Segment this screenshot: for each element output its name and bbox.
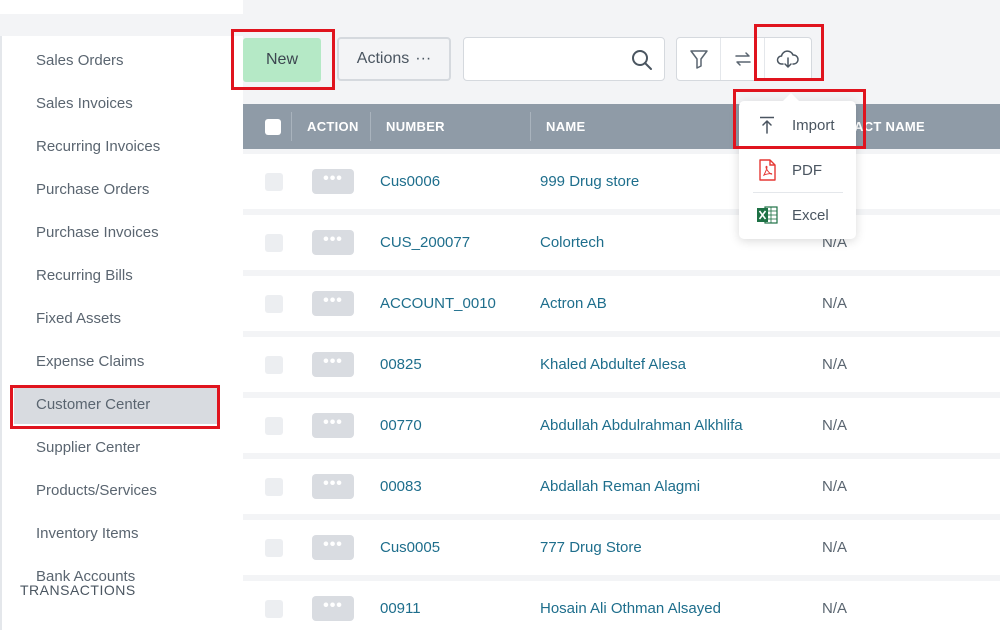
sidebar-item-recurring-bills[interactable]: Recurring Bills: [14, 257, 220, 295]
sidebar-item-customer-center[interactable]: Customer Center: [14, 386, 220, 424]
contact-name: N/A: [822, 478, 848, 495]
sidebar-section-heading: TRANSACTIONS: [20, 582, 136, 598]
import-label: Import: [792, 116, 835, 134]
filter-icon[interactable]: [677, 38, 721, 80]
menu-divider: [753, 146, 843, 147]
row-checkbox[interactable]: [265, 234, 283, 252]
row-checkbox[interactable]: [265, 173, 283, 191]
row-checkbox[interactable]: [265, 417, 283, 435]
column-divider: [370, 112, 371, 141]
export-dropdown-menu: Import PDF Excel: [739, 93, 856, 239]
table-header: ACTION NUMBER NAME ACT NAME: [243, 104, 1000, 149]
customer-name-link[interactable]: Actron AB: [540, 276, 607, 331]
table-row: ••• CUS_200077 Colortech N/A: [243, 215, 1000, 270]
row-action-button[interactable]: •••: [312, 352, 354, 377]
row-action-button[interactable]: •••: [312, 291, 354, 316]
sidebar-item-sales-invoices[interactable]: Sales Invoices: [14, 85, 220, 123]
table-row: ••• 00083 Abdallah Reman Alagmi N/A: [243, 459, 1000, 514]
column-header-number[interactable]: NUMBER: [386, 104, 445, 149]
sidebar-item-recurring-invoices[interactable]: Recurring Invoices: [14, 128, 220, 166]
actions-label: Actions: [356, 50, 410, 67]
search-icon[interactable]: [630, 48, 654, 72]
sidebar-item-fixed-assets[interactable]: Fixed Assets: [14, 300, 220, 338]
customer-number-link[interactable]: 00083: [380, 459, 422, 514]
contact-name: N/A: [822, 295, 848, 312]
import-menu-item[interactable]: Import: [739, 105, 856, 145]
table-row: ••• 00770 Abdullah Abdulrahman Alkhlifa …: [243, 398, 1000, 453]
excel-icon: [756, 204, 778, 226]
pdf-label: PDF: [792, 161, 822, 179]
sidebar-item-purchase-orders[interactable]: Purchase Orders: [14, 171, 220, 209]
customer-number-link[interactable]: Cus0005: [380, 520, 440, 575]
row-action-button[interactable]: •••: [312, 169, 354, 194]
contact-name: N/A: [822, 539, 848, 556]
customer-name-link[interactable]: Colortech: [540, 215, 604, 270]
table-row: ••• ACCOUNT_0010 Actron AB N/A: [243, 276, 1000, 331]
sidebar: Sales Orders Sales Invoices Recurring In…: [0, 36, 243, 630]
customer-name-link[interactable]: 777 Drug Store: [540, 520, 642, 575]
excel-label: Excel: [792, 206, 829, 224]
actions-button[interactable]: Actions ···: [337, 37, 451, 81]
row-action-button[interactable]: •••: [312, 596, 354, 621]
search-box: [463, 37, 665, 81]
row-action-button[interactable]: •••: [312, 230, 354, 255]
column-header-action: ACTION: [307, 119, 359, 134]
row-checkbox[interactable]: [265, 539, 283, 557]
search-input[interactable]: [474, 38, 624, 78]
table-row: ••• Cus0006 999 Drug store: [243, 154, 1000, 209]
more-dots-icon: ···: [415, 50, 432, 67]
table-row: ••• Cus0005 777 Drug Store N/A: [243, 520, 1000, 575]
excel-menu-item[interactable]: Excel: [739, 195, 856, 235]
sidebar-item-expense-claims[interactable]: Expense Claims: [14, 343, 220, 381]
row-checkbox[interactable]: [265, 295, 283, 313]
customer-number-link[interactable]: ACCOUNT_0010: [380, 276, 496, 331]
tool-button-group: [676, 37, 812, 81]
row-checkbox[interactable]: [265, 600, 283, 618]
customer-name-link[interactable]: Abdullah Abdulrahman Alkhlifa: [540, 398, 743, 453]
customer-number-link[interactable]: 00825: [380, 337, 422, 392]
customer-name-link[interactable]: Khaled Abdultef Alesa: [540, 337, 686, 392]
sidebar-item-supplier-center[interactable]: Supplier Center: [14, 429, 220, 467]
select-all-checkbox[interactable]: [265, 119, 281, 135]
pdf-icon: [756, 159, 778, 181]
column-header-name[interactable]: NAME: [546, 104, 585, 149]
table-row: ••• 00911 Hosain Ali Othman Alsayed N/A: [243, 581, 1000, 630]
customer-name-link[interactable]: Abdallah Reman Alagmi: [540, 459, 700, 514]
row-action-button[interactable]: •••: [312, 474, 354, 499]
customer-name-link[interactable]: 999 Drug store: [540, 154, 639, 209]
contact-name: N/A: [822, 417, 848, 434]
column-divider: [291, 112, 292, 141]
upload-icon: [756, 114, 778, 136]
row-action-button[interactable]: •••: [312, 535, 354, 560]
sidebar-item-purchase-invoices[interactable]: Purchase Invoices: [14, 214, 220, 252]
contact-name: N/A: [822, 356, 848, 373]
contact-name: N/A: [822, 600, 848, 617]
customer-number-link[interactable]: Cus0006: [380, 154, 440, 209]
sidebar-item-inventory-items[interactable]: Inventory Items: [14, 515, 220, 553]
column-divider: [530, 112, 531, 141]
row-checkbox[interactable]: [265, 478, 283, 496]
customer-number-link[interactable]: CUS_200077: [380, 215, 470, 270]
cloud-download-icon[interactable]: [765, 38, 811, 80]
customer-number-link[interactable]: 00911: [380, 581, 421, 630]
sidebar-item-sales-orders[interactable]: Sales Orders: [14, 42, 220, 80]
sidebar-top-panel: [0, 0, 243, 14]
row-action-button[interactable]: •••: [312, 413, 354, 438]
row-checkbox[interactable]: [265, 356, 283, 374]
column-header-contact-name[interactable]: ACT NAME: [854, 104, 925, 149]
refresh-icon[interactable]: [721, 38, 765, 80]
table-row: ••• 00825 Khaled Abdultef Alesa N/A: [243, 337, 1000, 392]
customer-name-link[interactable]: Hosain Ali Othman Alsayed: [540, 581, 721, 630]
new-button[interactable]: New: [243, 38, 321, 82]
customer-number-link[interactable]: 00770: [380, 398, 422, 453]
pdf-menu-item[interactable]: PDF: [739, 150, 856, 190]
sidebar-item-products-services[interactable]: Products/Services: [14, 472, 220, 510]
menu-divider: [753, 192, 843, 193]
